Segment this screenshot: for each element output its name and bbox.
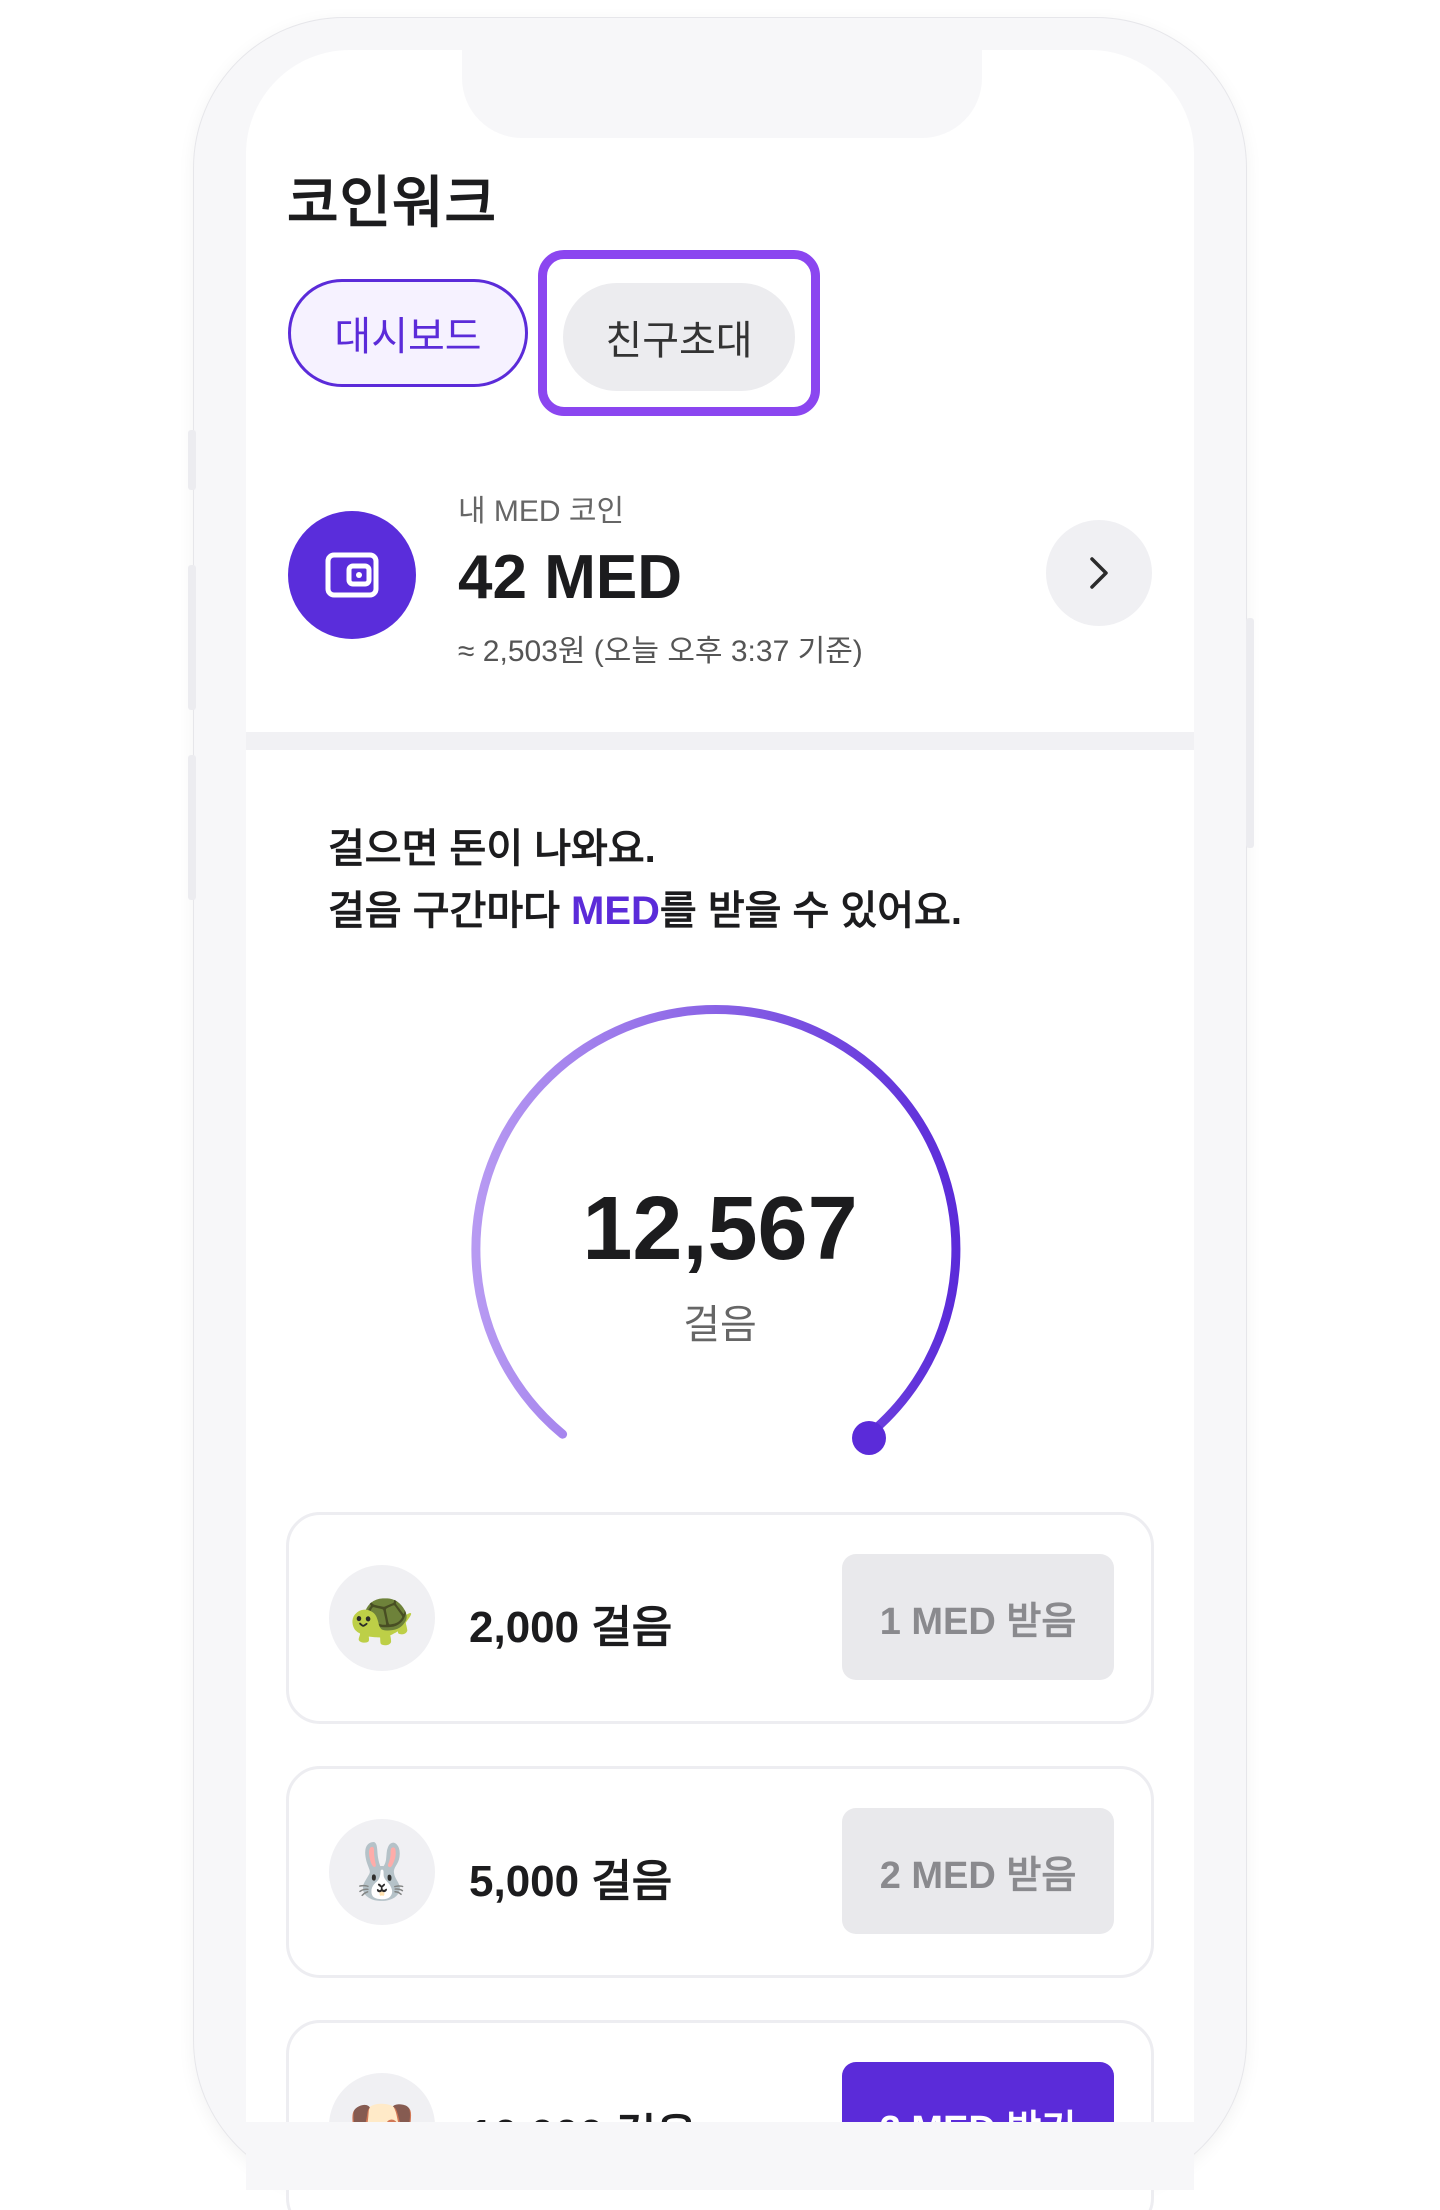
tab-highlight-outline [538, 250, 820, 416]
step-unit: 걸음 [683, 1303, 757, 1347]
gauge-end-dot [852, 1421, 886, 1455]
milestone-steps: 2,000 걸음 [469, 1603, 673, 1652]
headline-line-1: 걸으면 돈이 나와요. [328, 827, 656, 871]
side-button [188, 755, 196, 900]
headline-accent: MED [571, 889, 660, 933]
reward-claimed-button[interactable]: 2 MED 받음 [842, 1808, 1114, 1934]
side-button [188, 430, 196, 490]
coin-exchange-rate: ≈ 2,503원 (오늘 오후 3:37 기준) [458, 635, 863, 668]
turtle-icon: 🐢 [329, 1565, 435, 1671]
wallet-icon [288, 511, 416, 639]
side-button [188, 565, 196, 710]
chevron-right-icon [1090, 557, 1108, 589]
milestone-steps: 5,000 걸음 [469, 1857, 673, 1906]
milestone-card: 🐰 5,000 걸음 2 MED 받음 [286, 1766, 1154, 1978]
headline-line-2: 걸음 구간마다 MED를 받을 수 있어요. [328, 880, 962, 942]
phone-notch [462, 18, 982, 138]
section-divider [246, 732, 1194, 750]
reward-claimed-button[interactable]: 1 MED 받음 [842, 1554, 1114, 1680]
page-title: 코인워크 [287, 171, 498, 234]
coin-label: 내 MED 코인 [458, 495, 625, 528]
tab-dashboard[interactable]: 대시보드 [288, 279, 528, 387]
headline-line-2-suffix: 를 받을 수 있어요. [659, 889, 962, 933]
headline-line-2-prefix: 걸음 구간마다 [328, 889, 572, 933]
rabbit-icon: 🐰 [329, 1819, 435, 1925]
phone-bottom-bezel [246, 2122, 1194, 2190]
walk-headline: 걸으면 돈이 나와요. 걸음 구간마다 MED를 받을 수 있어요. [328, 818, 962, 942]
milestone-card: 🐢 2,000 걸음 1 MED 받음 [286, 1512, 1154, 1724]
side-button [1246, 618, 1254, 848]
coin-amount: 42 MED [458, 543, 682, 612]
wallet-detail-button[interactable] [1046, 520, 1152, 626]
step-count: 12,567 [582, 1179, 858, 1279]
